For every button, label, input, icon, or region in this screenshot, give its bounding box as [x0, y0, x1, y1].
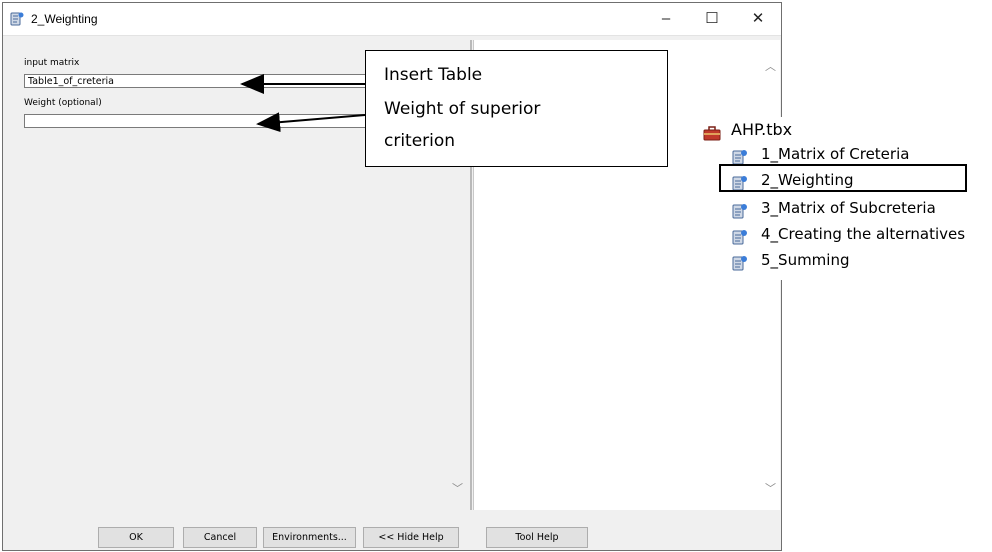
- toolbox-tree: AHP.tbx 1_Matrix of Creteria 2_Weighting…: [697, 117, 992, 280]
- toolbox-item[interactable]: 3_Matrix of Subcreteria: [731, 199, 992, 221]
- toolbox-item-label: 5_Summing: [761, 251, 850, 269]
- toolbox-icon: [703, 126, 721, 141]
- script-tool-icon: [732, 230, 747, 245]
- toolbox-item[interactable]: 5_Summing: [731, 251, 992, 273]
- toolbox-item[interactable]: 4_Creating the alternatives: [731, 225, 992, 247]
- toolbox-item-label: 3_Matrix of Subcreteria: [761, 199, 936, 217]
- arrow-to-weight: [256, 112, 366, 133]
- script-tool-icon: [732, 204, 747, 219]
- toolbox-item-label: 1_Matrix of Creteria: [761, 145, 910, 163]
- highlight-box: [719, 164, 967, 192]
- toolbox-name[interactable]: AHP.tbx: [731, 120, 792, 139]
- script-tool-icon: [732, 256, 747, 271]
- toolbox-item-label: 4_Creating the alternatives: [761, 225, 966, 243]
